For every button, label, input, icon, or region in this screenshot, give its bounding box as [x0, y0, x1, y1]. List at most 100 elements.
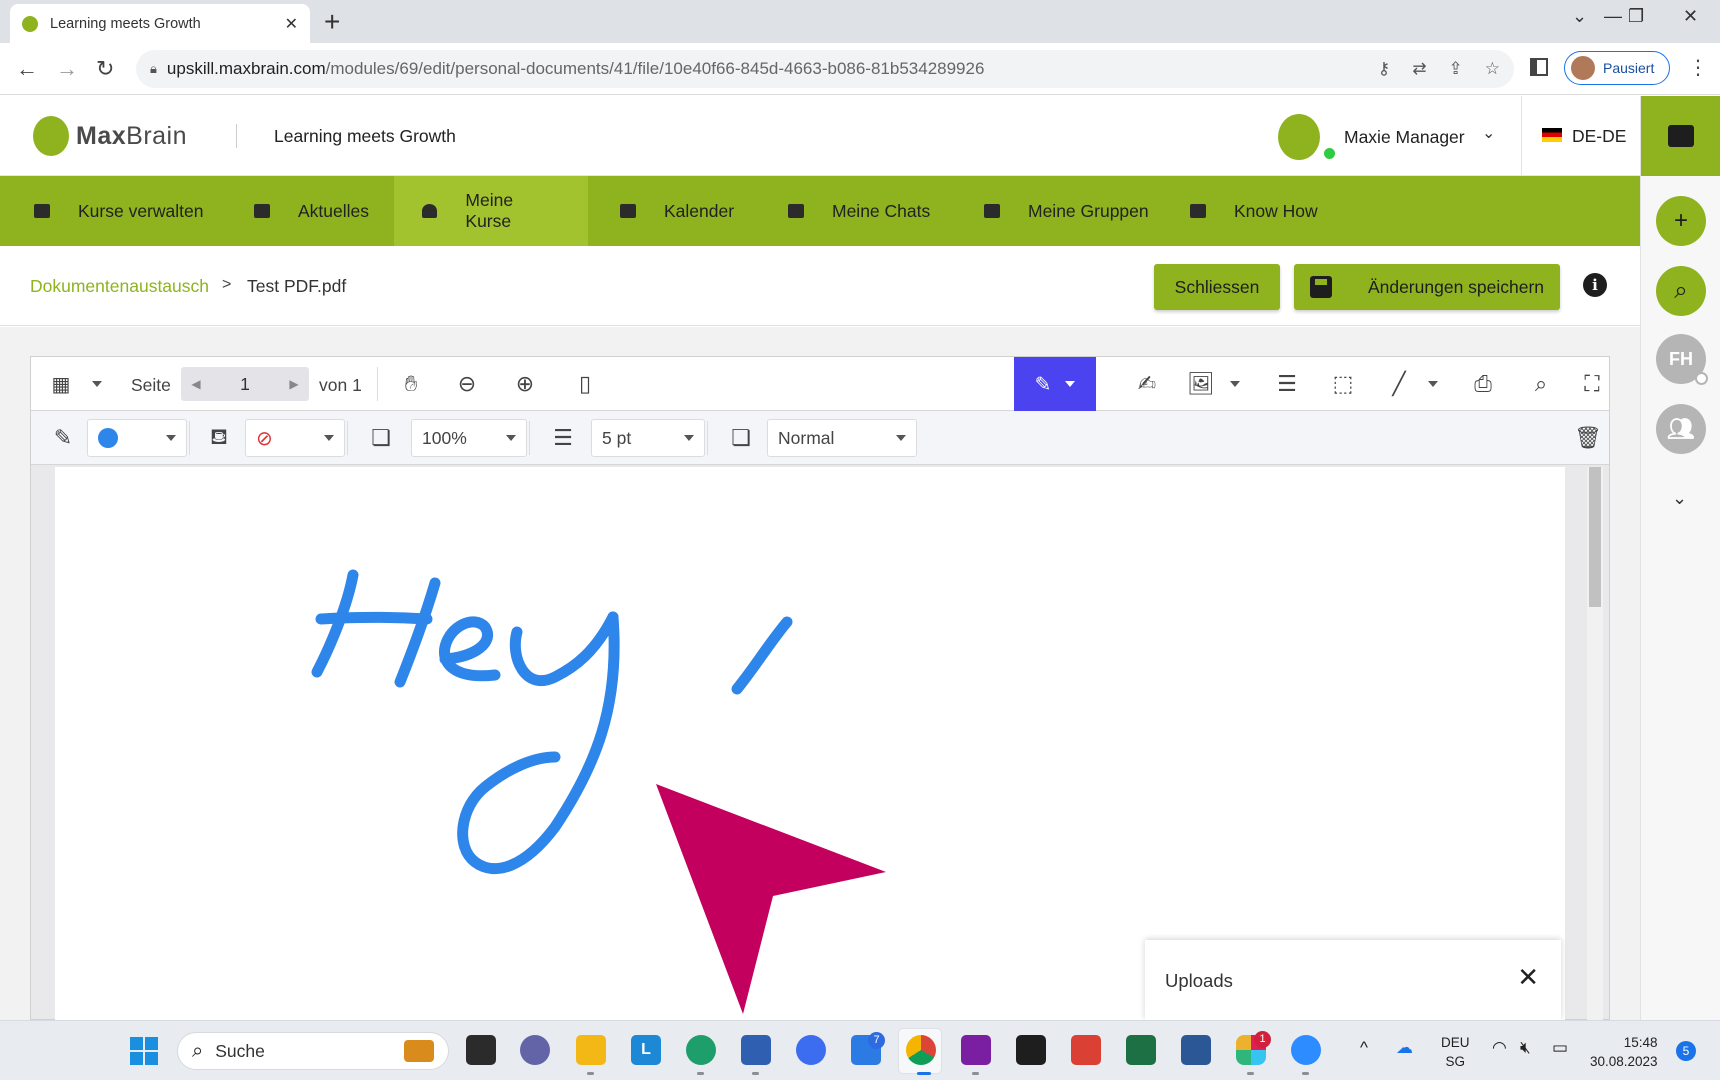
- address-bar[interactable]: 🔒︎ upskill.maxbrain.com /modules/69/edit…: [136, 50, 1514, 88]
- opacity-icon: ❏: [371, 425, 391, 450]
- store-icon[interactable]: [741, 1035, 771, 1065]
- taskbar-search[interactable]: ⌕ Suche: [177, 1032, 449, 1070]
- page-number-input[interactable]: 1: [211, 373, 279, 395]
- zoom-in-icon[interactable]: ⊕: [505, 357, 545, 411]
- logo-text[interactable]: MaxBrain: [76, 122, 187, 151]
- speaker-muted-icon[interactable]: 🔇︎: [1520, 1038, 1531, 1058]
- image-dropdown[interactable]: [1223, 357, 1247, 411]
- nav-item-kurse-verwalten[interactable]: Kurse verwalten: [6, 176, 231, 246]
- fit-page-icon[interactable]: ▯: [565, 357, 605, 411]
- line-dropdown[interactable]: [1421, 357, 1445, 411]
- user-avatar[interactable]: [1278, 114, 1320, 160]
- l-app-icon[interactable]: L: [631, 1035, 661, 1065]
- nav-item-meine-gruppen[interactable]: Meine Gruppen: [956, 176, 1177, 246]
- uploads-title: Uploads: [1165, 970, 1233, 991]
- windows-start-icon[interactable]: [130, 1037, 158, 1065]
- next-page-icon[interactable]: ▶: [279, 377, 309, 391]
- window-close-icon[interactable]: ✕: [1683, 6, 1698, 27]
- save-changes-button[interactable]: Änderungen speichern: [1294, 264, 1560, 310]
- vertical-scrollbar[interactable]: [1587, 467, 1603, 1021]
- todoist-icon[interactable]: [1071, 1035, 1101, 1065]
- user-name[interactable]: Maxie Manager: [1344, 127, 1465, 148]
- line-thickness-icon: ☰: [553, 425, 573, 450]
- uploads-close-icon[interactable]: ✕: [1517, 962, 1539, 993]
- input-language[interactable]: DEU SG: [1441, 1033, 1470, 1071]
- system-clock[interactable]: 15:48 30.08.2023: [1590, 1033, 1658, 1071]
- restore-icon[interactable]: ❐: [1628, 6, 1644, 27]
- chrome-icon[interactable]: [906, 1035, 936, 1065]
- user-menu-chevron-icon[interactable]: ⌄: [1482, 123, 1495, 143]
- browser-menu-icon[interactable]: ⋮: [1688, 55, 1708, 80]
- nav-item-meine-kurse[interactable]: Meine Kurse: [394, 176, 588, 246]
- freehand-pen-tool[interactable]: ✎: [1014, 357, 1096, 411]
- teams-chat-icon[interactable]: [520, 1035, 550, 1065]
- translate-icon[interactable]: ⇄: [1412, 59, 1426, 79]
- pan-hand-icon[interactable]: ✋︎: [391, 357, 431, 411]
- task-view-icon[interactable]: [466, 1035, 496, 1065]
- blend-mode-icon: ❏: [731, 425, 751, 450]
- close-button[interactable]: Schliessen: [1154, 264, 1280, 310]
- print-icon[interactable]: ⎙: [1463, 357, 1503, 411]
- tab-search-chevron-icon[interactable]: ⌄: [1572, 6, 1587, 27]
- profile-button[interactable]: Pausiert: [1564, 51, 1670, 85]
- nav-item-meine-chats[interactable]: Meine Chats: [760, 176, 958, 246]
- blend-mode-dropdown[interactable]: Normal: [767, 419, 917, 457]
- fill-color-dropdown[interactable]: ⊘: [245, 419, 345, 457]
- tray-overflow-chevron-icon[interactable]: ^: [1360, 1038, 1368, 1058]
- image-icon[interactable]: 🖼︎: [1181, 357, 1221, 411]
- groups-button[interactable]: 👥︎: [1656, 404, 1706, 454]
- nav-item-know-how[interactable]: Know How: [1162, 176, 1346, 246]
- caret-down-icon: [1065, 381, 1076, 387]
- trash-icon[interactable]: 🗑︎: [1571, 411, 1605, 465]
- rail-chevron-down-icon[interactable]: ⌄: [1672, 488, 1687, 509]
- thickness-dropdown[interactable]: 5 pt: [591, 419, 705, 457]
- thumbnails-dropdown[interactable]: [83, 357, 111, 411]
- side-panel-icon[interactable]: [1530, 58, 1548, 76]
- excel-icon[interactable]: [1126, 1035, 1156, 1065]
- previous-page-icon[interactable]: ◀: [181, 377, 211, 391]
- tab-close-icon[interactable]: ✕: [285, 14, 298, 34]
- language-selector[interactable]: DE-DE: [1572, 126, 1626, 147]
- signature-icon[interactable]: ✍︎: [1127, 357, 1167, 411]
- bookmark-star-icon[interactable]: ☆: [1485, 59, 1500, 79]
- search-button[interactable]: ⌕: [1656, 266, 1706, 316]
- app-header: MaxBrain Learning meets Growth Maxie Man…: [0, 96, 1640, 176]
- onedrive-icon[interactable]: ☁︎: [1396, 1038, 1413, 1058]
- reload-icon[interactable]: ↻: [96, 56, 114, 82]
- chat-button[interactable]: [1641, 96, 1720, 176]
- key-icon[interactable]: ⚷: [1378, 59, 1390, 79]
- breadcrumb-separator: >: [222, 276, 232, 293]
- zoom-out-icon[interactable]: ⊖: [447, 357, 487, 411]
- new-tab-button[interactable]: +: [324, 6, 340, 38]
- opacity-dropdown[interactable]: 100%: [411, 419, 527, 457]
- minimize-icon[interactable]: —: [1604, 6, 1622, 27]
- browser-tab[interactable]: Learning meets Growth ✕: [10, 4, 310, 43]
- edge-icon[interactable]: [686, 1035, 716, 1065]
- scrollbar-thumb[interactable]: [1589, 467, 1601, 607]
- figma-icon[interactable]: [1016, 1035, 1046, 1065]
- battery-icon[interactable]: ▭: [1552, 1038, 1568, 1058]
- file-explorer-icon[interactable]: [576, 1035, 606, 1065]
- textbox-icon[interactable]: ⬚: [1323, 357, 1363, 411]
- forward-icon[interactable]: →: [56, 56, 78, 82]
- stroke-color-dropdown[interactable]: [87, 419, 187, 457]
- word-icon[interactable]: [1181, 1035, 1211, 1065]
- share-icon[interactable]: ⇪: [1449, 59, 1463, 79]
- stroke-color-icon: ✎: [53, 425, 73, 450]
- notification-badge[interactable]: 5: [1676, 1041, 1696, 1061]
- thumbnails-grid-icon[interactable]: ▦: [43, 357, 79, 411]
- affinity-icon[interactable]: [796, 1035, 826, 1065]
- back-icon[interactable]: ←: [16, 56, 38, 82]
- onenote-icon[interactable]: [961, 1035, 991, 1065]
- nav-item-aktuelles[interactable]: Aktuelles: [226, 176, 397, 246]
- add-button[interactable]: +: [1656, 196, 1706, 246]
- search-icon[interactable]: ⌕: [1521, 357, 1561, 411]
- note-icon[interactable]: ☰: [1267, 357, 1307, 411]
- wifi-icon[interactable]: ◠: [1492, 1038, 1507, 1058]
- info-icon[interactable]: i: [1583, 273, 1607, 297]
- breadcrumb-parent-link[interactable]: Dokumentenaustausch: [30, 276, 209, 297]
- zoom-icon[interactable]: [1291, 1035, 1321, 1065]
- line-icon[interactable]: ╱: [1379, 357, 1419, 411]
- fullscreen-icon[interactable]: ⛶: [1575, 357, 1609, 411]
- nav-item-kalender[interactable]: Kalender: [592, 176, 762, 246]
